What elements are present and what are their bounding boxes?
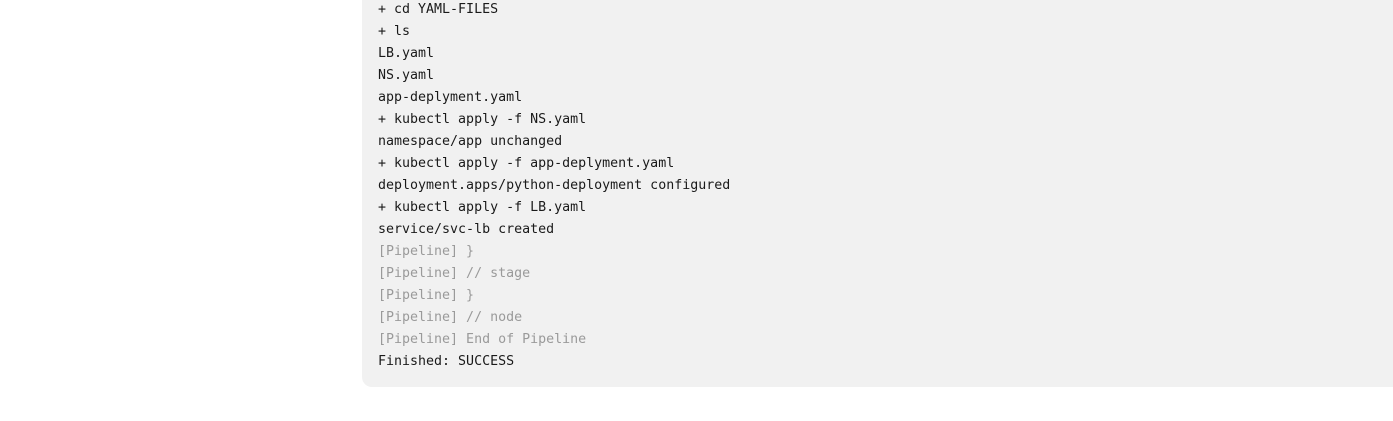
- console-line-namespace-result: namespace/app unchanged: [378, 134, 563, 149]
- console-line-ls: + ls: [378, 24, 411, 39]
- console-line-apply-deployment: + kubectl apply -f app-deplyment.yaml: [378, 156, 675, 171]
- console-line-ns-yaml: NS.yaml: [378, 68, 435, 83]
- console-output: + cd YAML-FILES + ls LB.yaml NS.yaml app-dep…: [378, 0, 1393, 373]
- console-line-pipeline: [Pipeline] End of Pipeline: [378, 332, 587, 347]
- console-line-pipeline: [Pipeline] }: [378, 244, 475, 259]
- console-line-apply-lb: + kubectl apply -f LB.yaml: [378, 200, 587, 215]
- console-line-pipeline: [Pipeline] }: [378, 288, 475, 303]
- console-line-deployment-result: deployment.apps/python-deployment config…: [378, 178, 731, 193]
- console-line-app-deployment-yaml: app-deplyment.yaml: [378, 90, 523, 105]
- console-line-apply-ns: + kubectl apply -f NS.yaml: [378, 112, 587, 127]
- console-line-finished-status: Finished: SUCCESS: [378, 354, 515, 369]
- console-output-panel: + cd YAML-FILES + ls LB.yaml NS.yaml app-dep…: [362, 0, 1393, 387]
- console-line-pipeline: [Pipeline] // stage: [378, 266, 531, 281]
- console-line-lb-yaml: LB.yaml: [378, 46, 435, 61]
- console-line-service-result: service/svc-lb created: [378, 222, 555, 237]
- console-line-cd: + cd YAML-FILES: [378, 2, 499, 17]
- console-line-pipeline: [Pipeline] // node: [378, 310, 523, 325]
